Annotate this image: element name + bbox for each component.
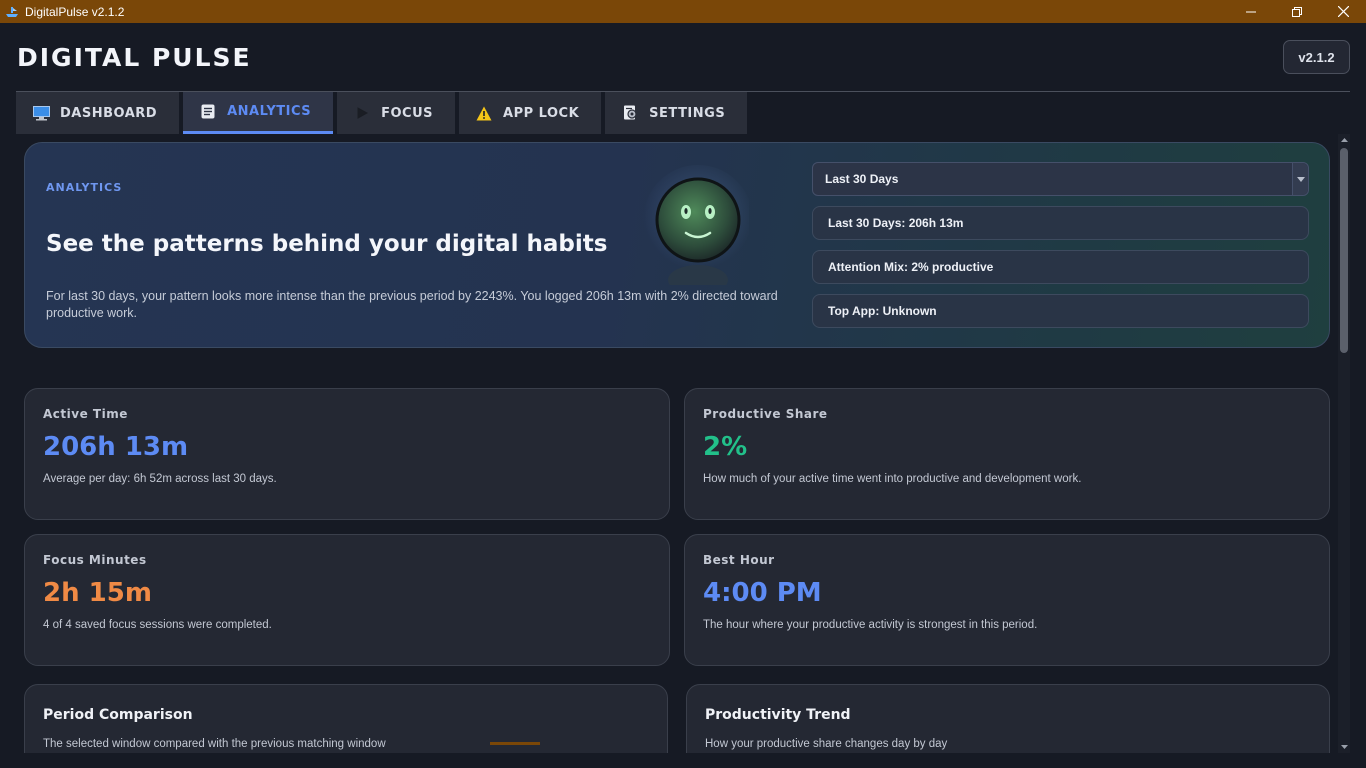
stat-value: 2h 15m xyxy=(43,578,152,608)
range-select[interactable]: Last 30 Days xyxy=(812,162,1309,196)
hero-headline: See the patterns behind your digital hab… xyxy=(46,231,608,257)
chevron-down-icon[interactable] xyxy=(1292,163,1308,195)
summary-pill-attention: Attention Mix: 2% productive xyxy=(812,250,1309,284)
stat-value: 2% xyxy=(703,432,748,462)
analytics-content: ANALYTICS See the patterns behind your d… xyxy=(0,134,1366,753)
tab-label: APP LOCK xyxy=(503,105,580,121)
stat-note: How much of your active time went into p… xyxy=(703,473,1082,485)
tab-label: DASHBOARD xyxy=(60,105,158,121)
stat-value: 4:00 PM xyxy=(703,578,822,608)
hero-summary: Last 30 Days Last 30 Days: 206h 13m Atte… xyxy=(812,162,1309,328)
scroll-up-icon[interactable] xyxy=(1338,134,1350,146)
chart-card-productivity-trend: Productivity Trend How your productive s… xyxy=(686,684,1330,753)
restore-icon xyxy=(1292,6,1302,17)
window-title: DigitalPulse v2.1.2 xyxy=(25,4,125,19)
stat-note: The hour where your productive activity … xyxy=(703,619,1038,631)
scroll-down-icon[interactable] xyxy=(1338,741,1350,753)
main-tabs: DASHBOARD ANALYTICS FOCUS APP LOCK SETTI… xyxy=(16,92,748,134)
brand-title: DIGITAL PULSE xyxy=(17,43,252,72)
app-window: DIGITAL PULSE v2.1.2 DASHBOARD ANALYTICS… xyxy=(0,23,1366,768)
taskbar-indicator xyxy=(490,742,540,745)
stat-card-active-time: Active Time 206h 13m Average per day: 6h… xyxy=(24,388,670,520)
chart-subtitle: How your productive share changes day by… xyxy=(705,738,948,750)
mascot-icon xyxy=(639,155,753,295)
tab-app-lock[interactable]: APP LOCK xyxy=(459,92,602,134)
stat-card-best-hour: Best Hour 4:00 PM The hour where your pr… xyxy=(684,534,1330,666)
close-button[interactable] xyxy=(1320,0,1366,23)
chart-card-period-comparison: Period Comparison The selected window co… xyxy=(24,684,668,753)
tab-label: SETTINGS xyxy=(649,105,726,121)
document-icon xyxy=(199,103,217,121)
stat-value: 206h 13m xyxy=(43,432,189,462)
tab-label: ANALYTICS xyxy=(227,104,312,119)
chart-title: Period Comparison xyxy=(43,707,193,723)
minimize-icon xyxy=(1246,11,1256,12)
summary-pill-total: Last 30 Days: 206h 13m xyxy=(812,206,1309,240)
stat-note: 4 of 4 saved focus sessions were complet… xyxy=(43,619,272,631)
play-icon xyxy=(353,104,371,122)
tab-analytics[interactable]: ANALYTICS xyxy=(183,92,334,134)
stat-label: Best Hour xyxy=(703,553,775,567)
close-icon xyxy=(1337,6,1349,17)
settings-icon xyxy=(621,104,639,122)
monitor-icon xyxy=(32,104,50,122)
tab-focus[interactable]: FOCUS xyxy=(337,92,456,134)
hero-eyebrow: ANALYTICS xyxy=(46,181,123,194)
range-select-value: Last 30 Days xyxy=(825,172,899,186)
content-scrollbar[interactable] xyxy=(1338,134,1350,753)
tab-settings[interactable]: SETTINGS xyxy=(605,92,748,134)
tab-label: FOCUS xyxy=(381,105,434,121)
window-bottom-edge xyxy=(0,753,1366,768)
stat-label: Focus Minutes xyxy=(43,553,147,567)
app-icon xyxy=(5,5,19,19)
version-badge[interactable]: v2.1.2 xyxy=(1283,40,1350,74)
warning-icon xyxy=(475,104,493,122)
chart-title: Productivity Trend xyxy=(705,707,851,723)
scroll-thumb[interactable] xyxy=(1340,148,1348,353)
restore-button[interactable] xyxy=(1274,0,1320,23)
chart-subtitle: The selected window compared with the pr… xyxy=(43,738,386,750)
analytics-hero: ANALYTICS See the patterns behind your d… xyxy=(24,142,1330,348)
stat-card-focus-minutes: Focus Minutes 2h 15m 4 of 4 saved focus … xyxy=(24,534,670,666)
minimize-button[interactable] xyxy=(1228,0,1274,23)
summary-pill-top-app: Top App: Unknown xyxy=(812,294,1309,328)
stat-label: Productive Share xyxy=(703,407,828,421)
stat-note: Average per day: 6h 52m across last 30 d… xyxy=(43,473,277,485)
stat-label: Active Time xyxy=(43,407,128,421)
tab-dashboard[interactable]: DASHBOARD xyxy=(16,92,180,134)
hero-description: For last 30 days, your pattern looks mor… xyxy=(46,289,778,320)
window-titlebar: DigitalPulse v2.1.2 xyxy=(0,0,1366,23)
stat-card-productive-share: Productive Share 2% How much of your act… xyxy=(684,388,1330,520)
